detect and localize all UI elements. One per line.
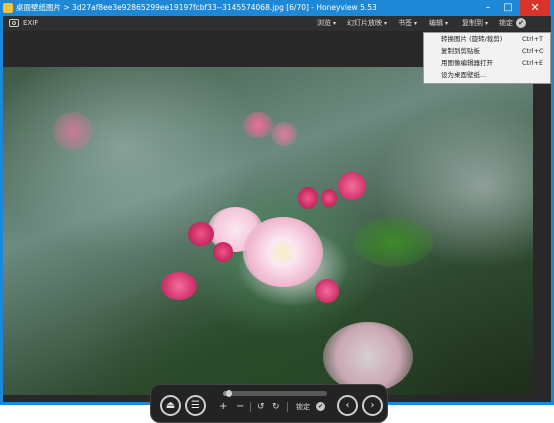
- check-icon[interactable]: ✔: [516, 18, 526, 28]
- menu-bookmark[interactable]: 书签 ▾: [398, 16, 417, 31]
- photo-detail: [243, 217, 323, 287]
- menu-item-label: 转换图片 (旋转/裁剪): [441, 35, 503, 43]
- menu-icon[interactable]: ☰: [185, 395, 206, 416]
- rotate-left-icon[interactable]: ↺: [257, 401, 265, 413]
- title-bar: 桌面壁纸图片 > 3d27af8ee3e92865299ee19197fcbf3…: [0, 0, 554, 16]
- window-title: 桌面壁纸图片 > 3d27af8ee3e92865299ee19197fcbf3…: [16, 3, 377, 12]
- chevron-down-icon: ▾: [485, 20, 489, 27]
- menu-item-transform-image[interactable]: 转换图片 (旋转/裁剪) Ctrl+T: [424, 33, 550, 45]
- photo-detail: [161, 272, 197, 300]
- displayed-photo: [3, 67, 533, 395]
- close-button[interactable]: ✕: [520, 0, 550, 16]
- menu-edit-label: 编辑: [429, 19, 443, 27]
- menu-item-label: 设为桌面壁纸...: [441, 71, 487, 79]
- minimize-button[interactable]: –: [478, 0, 498, 16]
- chevron-down-icon: ▾: [445, 20, 449, 27]
- check-icon[interactable]: ✔: [316, 402, 325, 411]
- camera-icon[interactable]: [9, 19, 19, 27]
- menu-copy-to-label: 复制到: [462, 19, 483, 27]
- menu-item-shortcut: Ctrl+E: [522, 59, 544, 67]
- chevron-down-icon: ▾: [333, 20, 337, 27]
- app-icon: [3, 3, 13, 13]
- menu-browse-label: 浏览: [317, 19, 331, 27]
- previous-image-button[interactable]: ‹: [337, 395, 358, 416]
- menu-edit[interactable]: 编辑 ▾: [429, 16, 448, 31]
- lock-toggle-label[interactable]: 锁定: [296, 402, 310, 412]
- menu-item-set-wallpaper[interactable]: 设为桌面壁纸...: [424, 69, 550, 81]
- menu-slideshow-label: 幻灯片放映: [347, 19, 382, 27]
- photo-detail: [188, 222, 214, 246]
- menu-copy-to[interactable]: 复制到 ▾: [462, 16, 488, 31]
- maximize-button[interactable]: □: [498, 0, 518, 16]
- menu-item-open-with-editor[interactable]: 用图像编辑器打开 Ctrl+E: [424, 57, 550, 69]
- menu-item-label: 复制到剪贴板: [441, 47, 480, 55]
- menu-bookmark-label: 书签: [398, 19, 412, 27]
- divider: [287, 402, 288, 412]
- menu-lock[interactable]: 锁定: [499, 16, 513, 31]
- progress-handle[interactable]: [226, 390, 233, 397]
- next-image-button[interactable]: ›: [362, 395, 383, 416]
- photo-detail: [213, 242, 233, 262]
- exif-button[interactable]: EXIF: [23, 16, 38, 31]
- photo-detail: [353, 217, 433, 267]
- photo-detail: [271, 122, 297, 146]
- menu-browse[interactable]: 浏览 ▾: [317, 16, 336, 31]
- chevron-down-icon: ▾: [384, 20, 388, 27]
- photo-detail: [243, 112, 273, 138]
- divider: [250, 402, 251, 412]
- photo-detail: [315, 279, 339, 303]
- menu-item-shortcut: Ctrl+C: [522, 47, 544, 55]
- menu-slideshow[interactable]: 幻灯片放映 ▾: [347, 16, 387, 31]
- top-toolbar: EXIF 浏览 ▾ 幻灯片放映 ▾ 书签 ▾ 编辑 ▾ 复制到 ▾ 锁定 ✔: [3, 16, 551, 31]
- app-window: 桌面壁纸图片 > 3d27af8ee3e92865299ee19197fcbf3…: [0, 0, 554, 423]
- photo-detail: [321, 189, 337, 207]
- eject-icon[interactable]: ⏏: [160, 395, 181, 416]
- photo-detail: [323, 322, 413, 392]
- menu-item-label: 用图像编辑器打开: [441, 59, 493, 67]
- progress-slider[interactable]: [223, 390, 327, 397]
- edit-dropdown-menu: 转换图片 (旋转/裁剪) Ctrl+T 复制到剪贴板 Ctrl+C 用图像编辑器…: [423, 32, 551, 84]
- rotate-right-icon[interactable]: ↻: [272, 401, 280, 413]
- zoom-in-button[interactable]: +: [219, 401, 227, 413]
- image-viewer[interactable]: ⏏ ☰ + − ↺ ↻ 锁定 ✔ ‹ ›: [3, 31, 551, 423]
- playback-control-bar: ⏏ ☰ + − ↺ ↻ 锁定 ✔ ‹ ›: [150, 384, 388, 423]
- zoom-out-button[interactable]: −: [236, 401, 244, 413]
- chevron-down-icon: ▾: [414, 20, 418, 27]
- menu-item-shortcut: Ctrl+T: [522, 35, 543, 43]
- photo-detail: [338, 172, 366, 200]
- photo-detail: [298, 187, 318, 209]
- menu-item-copy-to-clipboard[interactable]: 复制到剪贴板 Ctrl+C: [424, 45, 550, 57]
- photo-detail: [53, 112, 93, 150]
